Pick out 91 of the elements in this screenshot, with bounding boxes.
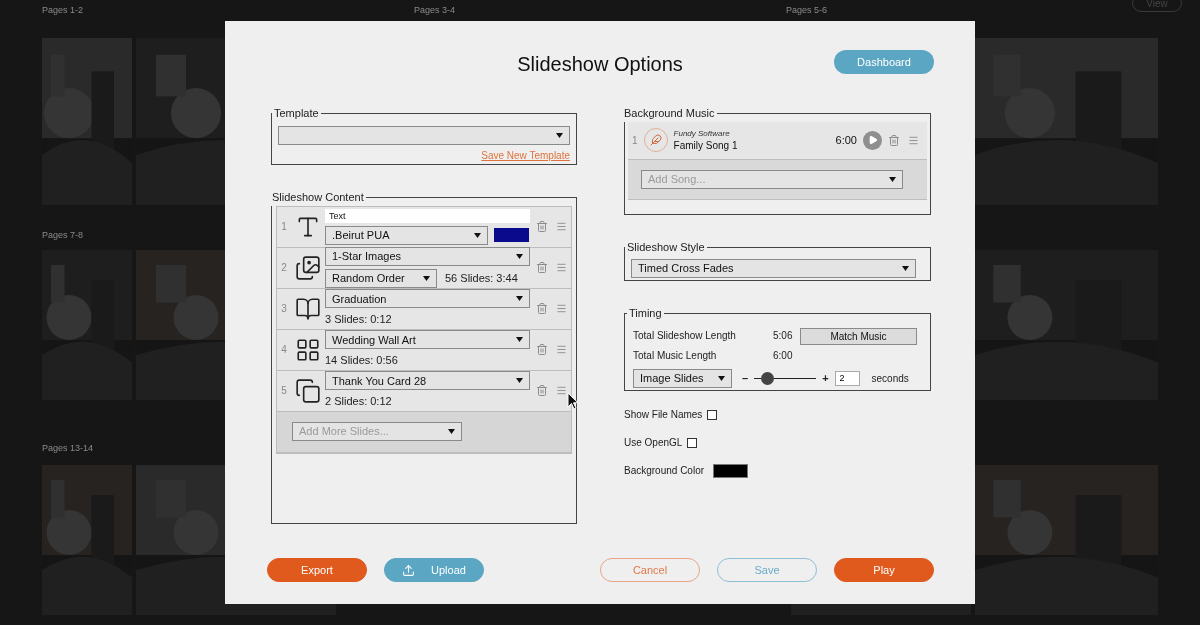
group-title: Timing (628, 306, 663, 321)
minus-label: – (742, 370, 749, 386)
item-number: 3 (280, 302, 288, 316)
page-label: Pages 13-14 (42, 442, 94, 456)
play-icon[interactable] (863, 130, 882, 150)
wall-art-icon (295, 336, 321, 363)
page-label: Pages 3-4 (414, 4, 456, 18)
option-label: Use OpenGL (624, 436, 683, 450)
play-button[interactable]: Play (834, 558, 934, 582)
delete-icon[interactable] (888, 133, 900, 147)
images-icon (295, 254, 321, 281)
dialog-title: Slideshow Options (517, 52, 683, 75)
caret-icon (516, 254, 523, 259)
option-label: Background Color (624, 464, 705, 478)
group-title: Slideshow Style (626, 240, 706, 255)
timing-label: Total Music Length (633, 348, 718, 363)
item-number: 1 (632, 133, 638, 148)
color-swatch[interactable] (494, 228, 529, 242)
match-music-button[interactable]: Match Music (800, 327, 917, 345)
source-select[interactable]: 1-Star Images (325, 247, 530, 266)
seconds-slider[interactable] (754, 371, 817, 385)
slides-summary: 3 Slides: 0:12 (325, 312, 393, 328)
drag-handle-icon[interactable] (908, 134, 919, 146)
cards-icon (295, 377, 321, 404)
feather-icon (649, 134, 662, 146)
item-number: 1 (280, 220, 288, 234)
drag-handle-icon[interactable] (556, 262, 567, 273)
slideshow-item[interactable]: 1 Text .Beirut PUA (277, 206, 571, 248)
song-title: Family Song 1 (673, 140, 739, 152)
caret-icon (516, 337, 523, 343)
slides-summary: 2 Slides: 0:12 (325, 394, 393, 410)
item-number: 2 (280, 261, 288, 275)
caret-icon (718, 375, 725, 381)
song-item[interactable]: 1 Fundy Software Family Song 1 6:00 (628, 121, 927, 160)
drag-handle-icon[interactable] (556, 303, 567, 314)
drag-handle-icon[interactable] (556, 221, 567, 232)
item-number: 4 (280, 343, 288, 357)
seconds-label: seconds (871, 371, 909, 386)
source-select[interactable]: Thank You Card 28 (325, 371, 530, 391)
text-field[interactable]: Text (325, 208, 530, 223)
caret-icon (889, 176, 896, 182)
group-title: Slideshow Content (271, 190, 365, 205)
option-label: Show File Names (624, 408, 703, 422)
caret-icon (516, 296, 523, 302)
timing-value: 5:06 (773, 328, 793, 343)
page-label: Pages 7-8 (42, 229, 84, 243)
song-duration: 6:00 (835, 132, 857, 148)
caret-icon (474, 232, 481, 238)
caret-icon (516, 378, 523, 384)
caret-icon (423, 276, 430, 281)
slides-summary: 14 Slides: 0:56 (325, 353, 399, 369)
delete-icon[interactable] (536, 384, 548, 397)
slideshow-item[interactable]: 5 Thank You Card 28 2 Slides: 0:12 (277, 370, 571, 412)
page-label: Pages 5-6 (786, 4, 828, 18)
style-select[interactable]: Timed Cross Fades (631, 258, 916, 278)
open-book-icon (295, 295, 321, 322)
delete-icon[interactable] (536, 343, 548, 356)
font-select[interactable]: .Beirut PUA (325, 225, 488, 245)
caret-icon (448, 429, 455, 434)
checkbox[interactable] (707, 409, 718, 420)
song-artist: Fundy Software (673, 128, 731, 140)
timing-value: 6:00 (773, 348, 793, 363)
source-select[interactable]: Graduation (325, 289, 530, 309)
checkbox[interactable] (687, 437, 698, 448)
cursor-icon (567, 392, 579, 410)
page-label: Pages 1-2 (42, 4, 84, 18)
slider-thumb[interactable] (760, 371, 774, 385)
slideshow-item[interactable]: 2 1-Star Images Random Order 56 Slides: 3:44 (277, 247, 571, 289)
order-select[interactable]: Random Order (325, 269, 437, 288)
export-button[interactable]: Export (267, 558, 367, 582)
delete-icon[interactable] (536, 261, 548, 274)
slides-summary: 56 Slides: 3:44 (445, 271, 518, 287)
upload-icon (402, 563, 416, 577)
slideshow-item[interactable]: 4 Wedding Wall Art 14 Slides: 0:56 (277, 329, 571, 371)
drag-handle-icon[interactable] (556, 344, 567, 355)
group-title: Background Music (623, 106, 716, 121)
drag-handle-icon[interactable] (556, 385, 567, 396)
seconds-field[interactable]: 2 (834, 370, 860, 386)
plus-label: + (822, 370, 829, 386)
delete-icon[interactable] (536, 220, 548, 233)
color-swatch[interactable] (713, 463, 749, 478)
source-select[interactable]: Wedding Wall Art (325, 330, 530, 350)
item-number: 5 (280, 384, 288, 398)
template-select[interactable] (278, 125, 570, 145)
slide-type-select[interactable]: Image Slides (633, 368, 732, 388)
caret-icon (556, 132, 563, 138)
slideshow-item[interactable]: 3 Graduation 3 Slides: 0:12 (277, 288, 571, 330)
group-title: Template (273, 106, 320, 121)
delete-icon[interactable] (536, 302, 548, 315)
caret-icon (902, 265, 909, 271)
timing-label: Total Slideshow Length (633, 328, 737, 343)
